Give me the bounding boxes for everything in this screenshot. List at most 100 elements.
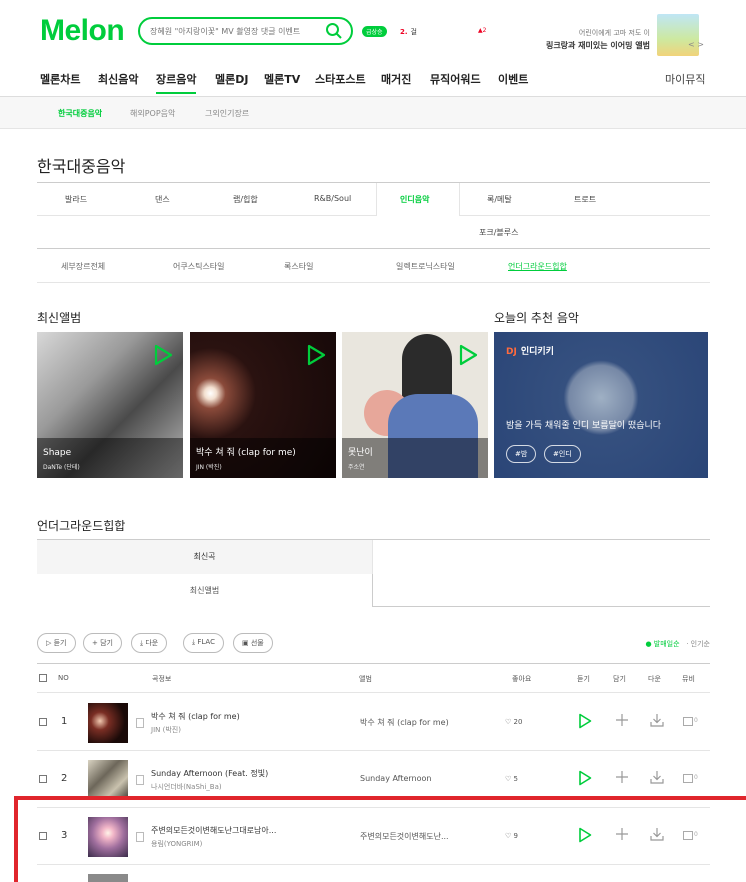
rank-keyword: 걸: [410, 28, 417, 36]
gift-button[interactable]: ▣ 선물: [233, 633, 273, 653]
album-caption-bg: [190, 438, 336, 478]
col-album: 앨범: [359, 675, 372, 683]
album-title[interactable]: 못난이: [348, 445, 373, 458]
song-title[interactable]: 박수 쳐 줘 (clap for me): [151, 711, 240, 722]
genre-ballad[interactable]: 발라드: [65, 194, 87, 205]
album-artist[interactable]: JIN (박진): [196, 462, 222, 471]
mv-icon[interactable]: [683, 774, 693, 783]
sort-release[interactable]: ● 발매일순: [645, 640, 679, 648]
tag-night[interactable]: #밤: [506, 445, 537, 463]
sort-popular[interactable]: · 인기순: [686, 640, 710, 648]
genre-rock[interactable]: 록/메탈: [487, 194, 512, 205]
play-icon[interactable]: [578, 713, 592, 729]
underground-section-title: 언더그라운드힙합: [37, 519, 126, 533]
album-artist[interactable]: 주소연: [348, 462, 365, 471]
list-tabs: 최신곡 최신앨범: [37, 539, 710, 607]
subnav-pop[interactable]: 해외POP음악: [130, 108, 175, 119]
album-thumb[interactable]: [88, 703, 128, 743]
genre-rnb[interactable]: R&B/Soul: [314, 194, 351, 203]
song-album[interactable]: 박수 쳐 줘 (clap for me): [360, 717, 449, 728]
nav-tv[interactable]: 멜론TV: [264, 71, 300, 87]
subnav-korean[interactable]: 한국대중음악: [58, 108, 102, 119]
album-card[interactable]: 박수 쳐 줘 (clap for me) JIN (박진): [190, 332, 336, 478]
song-table-header: NO 곡정보 앨범 좋아요 듣기 담기 다운 뮤비: [37, 663, 710, 693]
subnav-other[interactable]: 그외인기장르: [205, 108, 249, 119]
nav-dj[interactable]: 멜론DJ: [215, 71, 248, 87]
subgenre-rock[interactable]: 록스타일: [284, 261, 313, 272]
tag-indie[interactable]: #인디: [544, 445, 581, 463]
play-icon[interactable]: [458, 344, 478, 366]
dj-recommend-card[interactable]: DJ 인디키키 밤을 가득 채워줄 인디 보름달이 떴습니다 #밤 #인디: [494, 332, 708, 478]
nav-chart[interactable]: 멜론차트: [40, 71, 80, 87]
subgenre-acoustic[interactable]: 어쿠스틱스타일: [173, 261, 225, 272]
row-checkbox[interactable]: [39, 718, 47, 726]
row-number: 2: [61, 773, 68, 784]
genre-filter: 발라드 댄스 랩/힙합 R&B/Soul 인디음악 록/메탈 트로트 포크/블루…: [37, 182, 710, 283]
nav-award[interactable]: 뮤직어워드: [430, 71, 481, 87]
subgenre-all[interactable]: 세부장르전체: [61, 261, 105, 272]
genre-dance[interactable]: 댄스: [155, 194, 170, 205]
promo-line2[interactable]: 링크랑과 재미있는 이어밍 앨범: [520, 40, 650, 51]
song-artist[interactable]: 나시언더바(NaShi_Ba): [151, 782, 222, 792]
download-icon[interactable]: [650, 713, 664, 727]
nav-event[interactable]: 이벤트: [498, 71, 528, 87]
flac-label: FLAC: [197, 638, 215, 646]
mv-icon[interactable]: [683, 717, 693, 726]
mv-count: 0: [694, 717, 698, 724]
nav-new[interactable]: 최신음악: [98, 71, 138, 87]
melon-logo[interactable]: Melon: [40, 14, 125, 48]
song-album[interactable]: Sunday Afternoon: [360, 774, 431, 783]
tab-new-songs[interactable]: 최신곡: [37, 540, 373, 574]
genre-folk[interactable]: 포크/블루스: [479, 227, 519, 238]
promo-line1[interactable]: 어린이에게 고마 저도 이: [550, 28, 650, 38]
play-icon[interactable]: [306, 344, 326, 366]
album-title[interactable]: Shape: [43, 448, 71, 458]
play-icon[interactable]: [578, 770, 592, 786]
like-button[interactable]: ♡ 5: [505, 775, 518, 783]
add-button[interactable]: + 담기: [83, 633, 122, 653]
album-thumb[interactable]: [88, 760, 128, 800]
col-listen: 듣기: [577, 675, 590, 683]
listen-button[interactable]: ▷ 듣기: [37, 633, 76, 653]
add-icon[interactable]: [615, 770, 629, 784]
song-artist[interactable]: JIN (박진): [151, 725, 181, 735]
trend-rank[interactable]: 2. 걸: [400, 27, 417, 37]
nav-genre[interactable]: 장르음악: [156, 71, 197, 94]
song-info-icon[interactable]: [136, 775, 144, 785]
genre-hiphop[interactable]: 랩/힙합: [233, 194, 258, 205]
song-info-icon[interactable]: [136, 718, 144, 728]
album-title[interactable]: 박수 쳐 줘 (clap for me): [196, 445, 296, 458]
album-card[interactable]: 못난이 주소연: [342, 332, 488, 478]
dj-description[interactable]: 밤을 가득 채워줄 인디 보름달이 떴습니다: [506, 418, 661, 431]
play-icon[interactable]: [153, 344, 173, 366]
nav-magazine[interactable]: 매거진: [381, 71, 411, 87]
search-input[interactable]: [150, 23, 320, 39]
album-card[interactable]: Shape DaNTe (단테): [37, 332, 183, 478]
like-button[interactable]: ♡ 20: [505, 718, 522, 726]
flac-button[interactable]: ⤓ FLAC: [183, 633, 224, 653]
tab-new-albums[interactable]: 최신앨범: [37, 574, 373, 607]
subgenre-underground-hiphop[interactable]: 언더그라운드힙합: [508, 261, 567, 272]
album-caption-bg: [37, 438, 183, 478]
highlight-box: [14, 796, 746, 882]
search-icon[interactable]: [325, 22, 343, 40]
gift-label: 선물: [250, 639, 264, 647]
download-button[interactable]: ⤓ 다운: [131, 633, 168, 653]
nav-starpost[interactable]: 스타포스트: [315, 71, 366, 87]
dj-name[interactable]: 인디키키: [521, 347, 554, 357]
promo-image[interactable]: [657, 14, 699, 56]
subgenre-electronic[interactable]: 일렉트로닉스타일: [396, 261, 455, 272]
add-label: 담기: [100, 639, 113, 647]
promo-nav[interactable]: < >: [688, 40, 704, 49]
song-title[interactable]: Sunday Afternoon (Feat. 정빛): [151, 768, 268, 779]
row-checkbox[interactable]: [39, 775, 47, 783]
genre-trot[interactable]: 트로트: [574, 194, 596, 205]
add-icon[interactable]: [615, 713, 629, 727]
like-count: 20: [513, 718, 523, 726]
album-artist[interactable]: DaNTe (단테): [43, 462, 80, 471]
download-icon[interactable]: [650, 770, 664, 784]
col-add: 담기: [613, 675, 626, 683]
genre-indie[interactable]: 인디음악: [400, 194, 429, 205]
nav-mymusic[interactable]: 마이뮤직: [665, 71, 705, 87]
select-all-checkbox[interactable]: [39, 674, 47, 682]
